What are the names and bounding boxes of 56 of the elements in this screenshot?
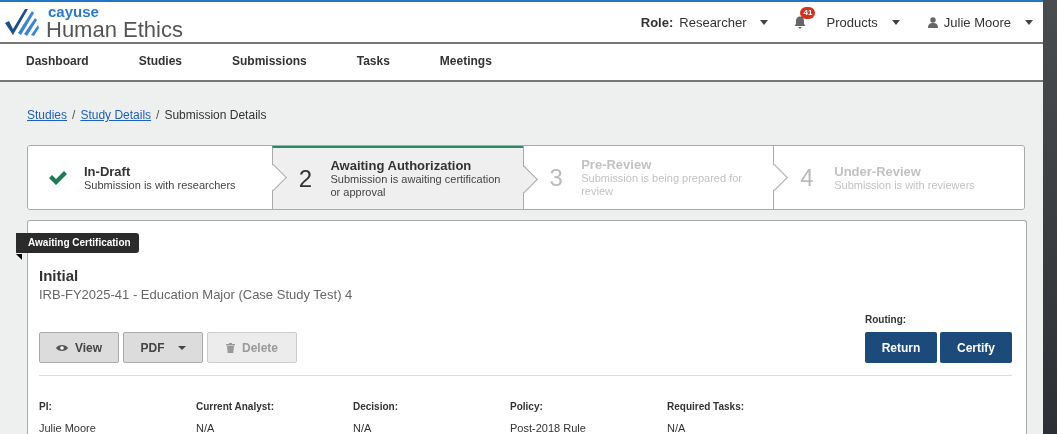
role-dropdown[interactable]: Researcher [679, 14, 747, 30]
caret-icon [177, 345, 186, 350]
logo-icon [4, 7, 40, 38]
nav-tab[interactable]: Dashboard [26, 50, 89, 75]
user-menu[interactable]: Julie Moore [943, 14, 1011, 30]
field-value: Post-2018 Rule [510, 422, 587, 434]
step-description: Submission is with researchers [84, 178, 236, 192]
step-number: 4 [800, 163, 815, 192]
routing-button[interactable]: Return [865, 332, 937, 363]
trash-icon [226, 342, 235, 353]
step-title: Awaiting Authorization [330, 158, 473, 173]
check-icon [48, 169, 68, 186]
pdf-dropdown[interactable]: PDF [123, 332, 203, 363]
field-value: N/A [196, 422, 216, 434]
submission-title: IRB-FY2025-41 - Education Major (Case Study Test) 4 [39, 287, 354, 302]
caret-icon [1025, 19, 1033, 25]
breadcrumb-current: Submission Details [164, 108, 267, 125]
field-label: Current Analyst: [196, 401, 275, 412]
routing-button[interactable]: Certify [940, 332, 1012, 363]
breadcrumb-link[interactable]: Study Details [80, 108, 152, 146]
field-value: Julie Moore [39, 422, 97, 434]
notification-badge: 41 [800, 6, 816, 19]
field-label: Policy: [510, 401, 544, 412]
nav-tab[interactable]: Studies [138, 50, 183, 75]
field-label: Decision: [353, 401, 399, 412]
eye-icon [55, 343, 68, 352]
badge-tail [16, 254, 22, 260]
user-icon [927, 16, 938, 28]
brand-name: cayuse [48, 3, 100, 19]
step-description: Submission is being prepared for review [581, 172, 743, 199]
bell-icon[interactable] [794, 15, 807, 29]
step-title: In-Draft [84, 163, 132, 179]
breadcrumb-separator: / [72, 108, 76, 125]
breadcrumb-link[interactable]: Studies [27, 108, 68, 146]
breadcrumb-separator: / [156, 108, 160, 125]
status-badge: Awaiting Certification [16, 233, 139, 253]
step-title: Under-Review [834, 163, 922, 179]
step-description: Submission is awaiting certification or approval [330, 173, 501, 200]
submission-type: Initial [39, 267, 80, 284]
field-value: N/A [667, 422, 687, 434]
role-label: Role: [640, 14, 674, 30]
caret-icon [891, 19, 900, 25]
nav-tab[interactable]: Tasks [356, 50, 390, 75]
caret-icon [760, 19, 769, 25]
routing-label: Routing: [865, 314, 908, 325]
step-title: Pre-Review [581, 157, 653, 172]
field-label: PI: [39, 401, 53, 412]
nav-tab[interactable]: Meetings [439, 50, 492, 75]
field-label: Required Tasks: [667, 401, 746, 412]
step-number: 2 [298, 164, 314, 193]
step-number: 3 [549, 163, 564, 192]
products-menu[interactable]: Products [826, 14, 878, 30]
view-button[interactable]: View [39, 332, 119, 363]
field-value: N/A [353, 422, 373, 434]
nav-tab[interactable]: Submissions [232, 50, 307, 75]
step-description: Submission is with reviewers [834, 178, 975, 192]
